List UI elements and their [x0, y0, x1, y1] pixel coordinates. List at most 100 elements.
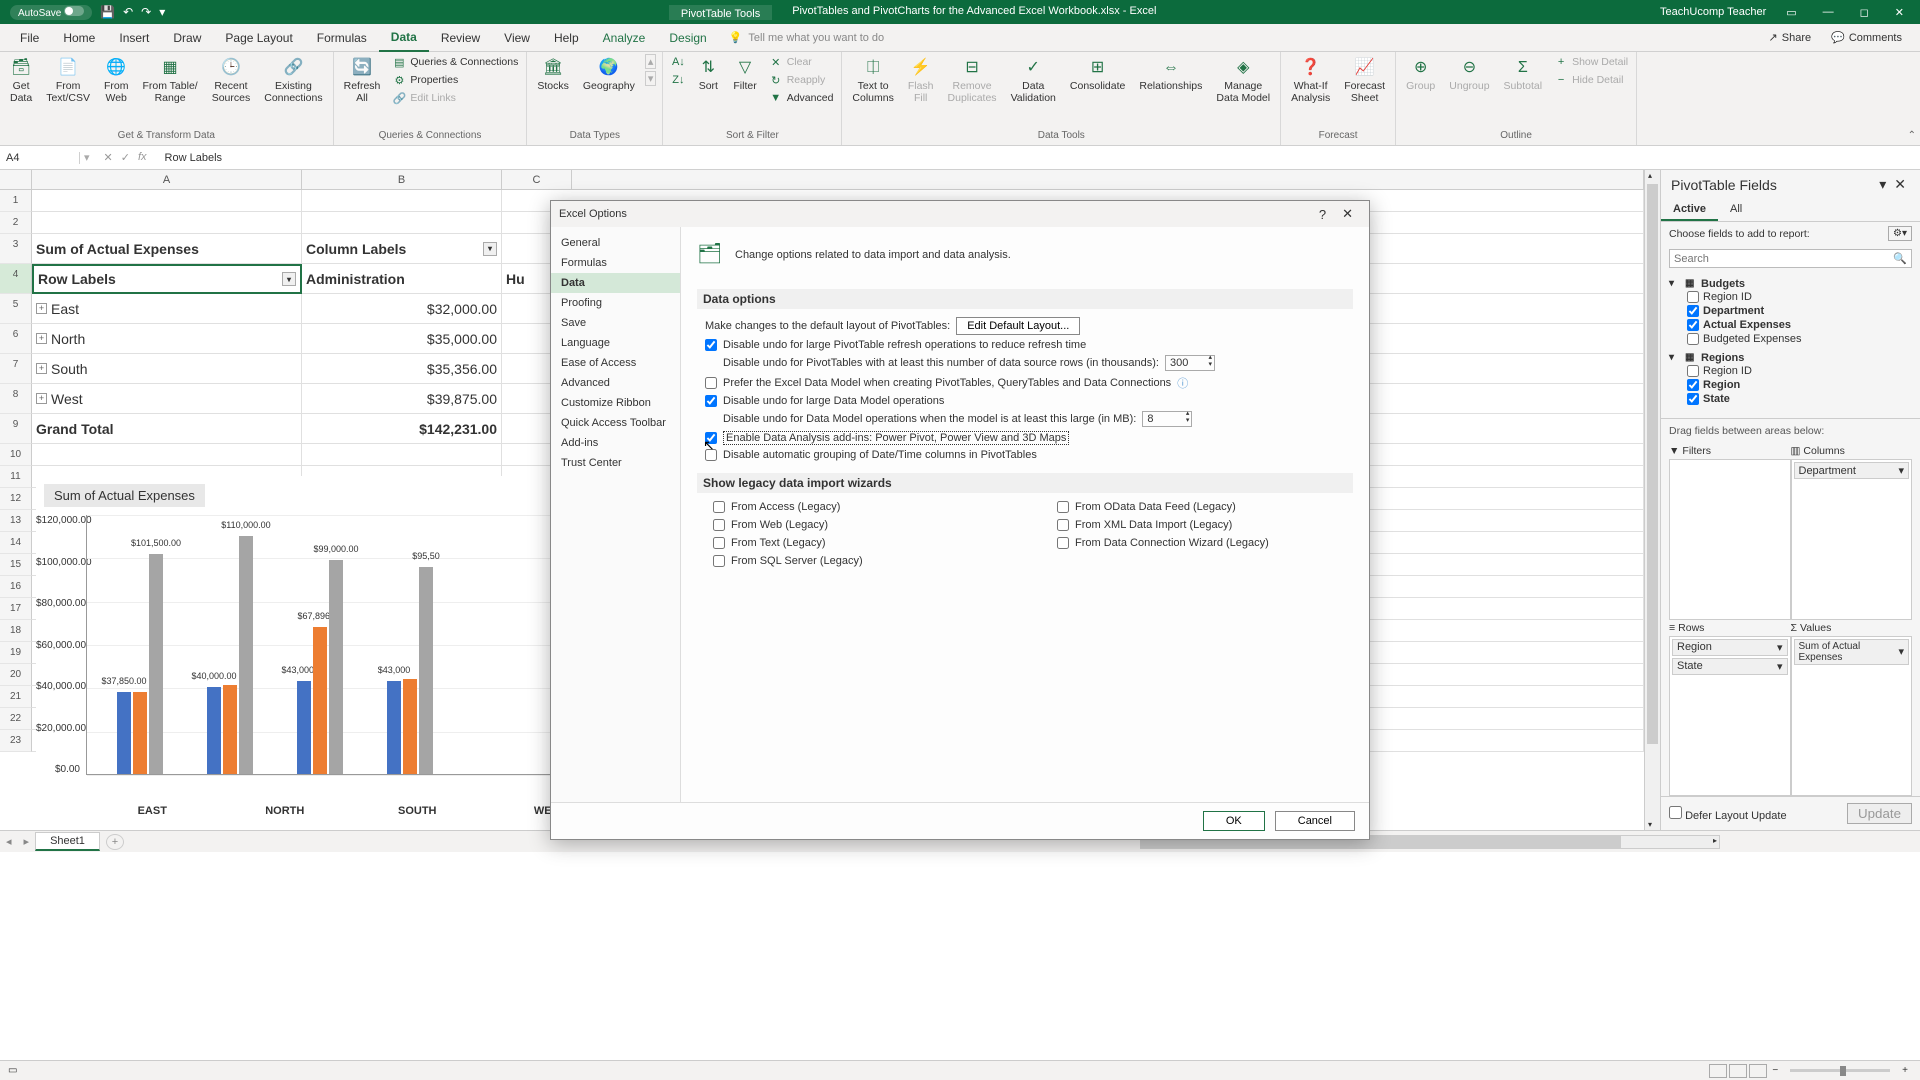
relationships-button[interactable]: ⇔Relationships — [1135, 54, 1206, 96]
legacy-wizard-checkbox[interactable] — [1057, 537, 1069, 549]
field-item[interactable]: Actual Expenses — [1669, 318, 1912, 332]
edit-default-layout-button[interactable]: Edit Default Layout... — [956, 317, 1080, 335]
advanced-filter-button[interactable]: ▼Advanced — [767, 90, 836, 106]
ok-button[interactable]: OK — [1203, 811, 1265, 831]
datatype-nav-icon[interactable]: ▾ — [645, 71, 657, 86]
tab-insert[interactable]: Insert — [107, 24, 161, 52]
tab-view[interactable]: View — [492, 24, 542, 52]
dialog-nav-item[interactable]: Customize Ribbon — [551, 393, 680, 413]
recent-sources-button[interactable]: 🕒Recent Sources — [208, 54, 255, 107]
manage-data-model-button[interactable]: ◈Manage Data Model — [1212, 54, 1274, 107]
dialog-nav-item[interactable]: Proofing — [551, 293, 680, 313]
value-field-chip[interactable]: Sum of Actual Expenses▾ — [1794, 639, 1910, 665]
filter-button[interactable]: ▽Filter — [729, 54, 760, 96]
field-item[interactable]: Region ID — [1669, 290, 1912, 304]
tab-home[interactable]: Home — [51, 24, 107, 52]
row-header[interactable]: 20 — [0, 664, 32, 686]
comments-button[interactable]: 💬Comments — [1821, 31, 1912, 44]
pivot-row[interactable]: +East — [32, 294, 302, 324]
formula-content[interactable]: Row Labels — [157, 152, 230, 164]
field-table-header[interactable]: ▾▦Regions — [1669, 352, 1912, 364]
datatype-nav-icon[interactable]: ▴ — [645, 54, 657, 69]
collapse-ribbon-icon[interactable]: ⌃ — [1908, 130, 1916, 141]
pivot-grand-total-label[interactable]: Grand Total — [32, 414, 302, 444]
pivot-chart[interactable]: Sum of Actual Expenses $120,000.00$100,0… — [36, 476, 616, 826]
pivot-value[interactable]: $39,875.00 — [302, 384, 502, 414]
stocks-button[interactable]: 🏛Stocks — [533, 54, 573, 96]
row-header[interactable]: 2 — [0, 212, 32, 234]
existing-connections-button[interactable]: 🔗Existing Connections — [260, 54, 326, 107]
ribbon-display-icon[interactable]: ▭ — [1780, 6, 1802, 19]
fx-icon[interactable]: fx — [138, 151, 147, 164]
pivot-row[interactable]: +South — [32, 354, 302, 384]
redo-icon[interactable]: ↷ — [141, 5, 151, 19]
fieldpane-tab-active[interactable]: Active — [1661, 199, 1718, 221]
row-field-chip[interactable]: Region▾ — [1672, 639, 1788, 656]
tab-draw[interactable]: Draw — [161, 24, 213, 52]
field-search[interactable]: 🔍 — [1669, 249, 1912, 268]
new-sheet-icon[interactable]: + — [106, 834, 124, 850]
row-field-chip[interactable]: State▾ — [1672, 658, 1788, 675]
field-table-header[interactable]: ▾▦Budgets — [1669, 278, 1912, 290]
enable-data-analysis-addins-checkbox[interactable] — [705, 432, 717, 444]
show-detail-button[interactable]: +Show Detail — [1552, 54, 1630, 70]
undo-icon[interactable]: ↶ — [123, 5, 133, 19]
pivot-row-labels-cell[interactable]: Row Labels▾ — [32, 264, 302, 294]
legacy-wizard-checkbox[interactable] — [713, 555, 725, 567]
row-header[interactable]: 9 — [0, 414, 32, 444]
row-header[interactable]: 23 — [0, 730, 32, 752]
field-item[interactable]: Region ID — [1669, 364, 1912, 378]
geography-button[interactable]: 🌍Geography — [579, 54, 639, 96]
dialog-nav-item[interactable]: Quick Access Toolbar — [551, 413, 680, 433]
dialog-nav-item[interactable]: General — [551, 233, 680, 253]
prefer-data-model-checkbox[interactable] — [705, 377, 717, 389]
pivot-column-labels[interactable]: Column Labels▾ — [302, 234, 502, 264]
row-header[interactable]: 4 — [0, 264, 32, 294]
tab-help[interactable]: Help — [542, 24, 591, 52]
close-fieldpane-icon[interactable]: ✕ — [1890, 176, 1910, 192]
zoom-in-icon[interactable]: + — [1898, 1065, 1912, 1076]
row-header[interactable]: 10 — [0, 444, 32, 466]
field-checkbox[interactable] — [1687, 393, 1699, 405]
dialog-nav-item[interactable]: Data — [551, 273, 680, 293]
sheet-tab[interactable]: Sheet1 — [35, 832, 100, 851]
namebox-dropdown-icon[interactable]: ▾ — [80, 151, 94, 164]
col-header[interactable] — [572, 170, 1644, 189]
group-button[interactable]: ⊕Group — [1402, 54, 1439, 96]
row-header[interactable]: 13 — [0, 510, 32, 532]
clear-filter-button[interactable]: ✕Clear — [767, 54, 836, 70]
field-item[interactable]: Region — [1669, 378, 1912, 392]
row-header[interactable]: 6 — [0, 324, 32, 354]
legacy-wizard-checkbox[interactable] — [713, 501, 725, 513]
share-button[interactable]: ↗Share — [1759, 31, 1822, 44]
pivot-value[interactable]: $35,000.00 — [302, 324, 502, 354]
sort-button[interactable]: ⇅Sort — [693, 54, 723, 96]
normal-view-icon[interactable] — [1709, 1064, 1727, 1078]
fieldpane-layout-icon[interactable]: ⚙▾ — [1888, 226, 1912, 241]
row-header[interactable]: 17 — [0, 598, 32, 620]
cancel-formula-icon[interactable]: ✕ — [104, 151, 113, 164]
disable-undo-model-checkbox[interactable] — [705, 395, 717, 407]
sort-za-button[interactable]: Z↓ — [669, 72, 687, 88]
field-checkbox[interactable] — [1687, 379, 1699, 391]
expand-icon[interactable]: + — [36, 333, 47, 344]
legacy-wizard-checkbox[interactable] — [1057, 519, 1069, 531]
col-header[interactable]: B — [302, 170, 502, 189]
row-header[interactable]: 16 — [0, 576, 32, 598]
get-data-button[interactable]: 🗃Get Data — [6, 54, 36, 107]
forecast-sheet-button[interactable]: 📈Forecast Sheet — [1340, 54, 1389, 107]
defer-layout-checkbox[interactable]: Defer Layout Update — [1669, 806, 1787, 822]
expand-icon[interactable]: + — [36, 393, 47, 404]
edit-links-button[interactable]: 🔗Edit Links — [390, 90, 520, 106]
select-all-corner[interactable] — [0, 170, 32, 189]
columns-area[interactable]: Department▾ — [1791, 459, 1913, 620]
update-button[interactable]: Update — [1847, 803, 1912, 824]
zoom-out-icon[interactable]: − — [1768, 1065, 1782, 1076]
filter-dropdown-icon[interactable]: ▾ — [483, 242, 497, 256]
text-to-columns-button[interactable]: ⎅Text to Columns — [848, 54, 897, 107]
field-search-input[interactable] — [1674, 253, 1893, 265]
field-item[interactable]: State — [1669, 392, 1912, 406]
tab-analyze[interactable]: Analyze — [591, 24, 658, 52]
tab-page-layout[interactable]: Page Layout — [213, 24, 304, 52]
undo-rows-spinbox[interactable]: 300 — [1165, 355, 1215, 371]
